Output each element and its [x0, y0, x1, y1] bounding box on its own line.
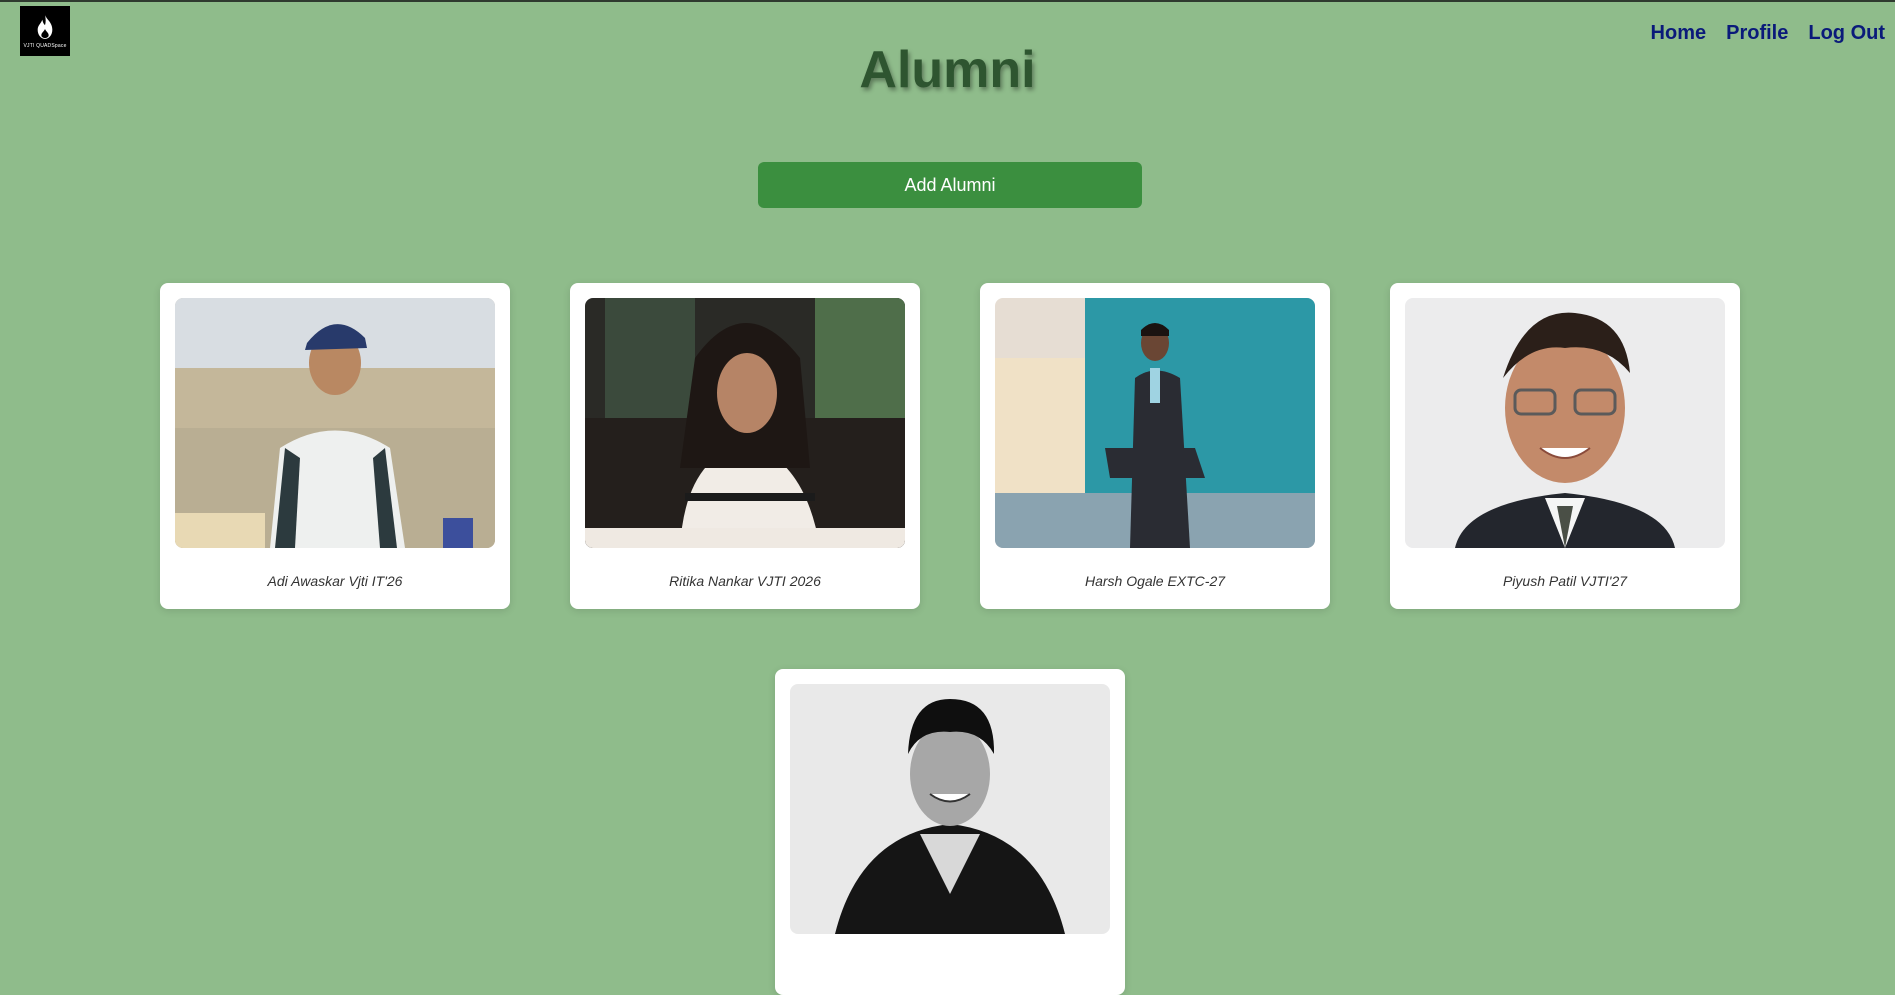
alumni-card[interactable]: Adi Awaskar Vjti IT'26 [160, 283, 510, 609]
flame-icon [37, 14, 53, 39]
alumni-card[interactable] [775, 669, 1125, 995]
alumni-photo [790, 684, 1110, 934]
alumni-name: Adi Awaskar Vjti IT'26 [267, 573, 403, 589]
alumni-photo [1405, 298, 1725, 548]
alumni-name: Piyush Patil VJTI'27 [1502, 573, 1628, 589]
alumni-photo [585, 298, 905, 548]
alumni-card[interactable]: Piyush Patil VJTI'27 [1390, 283, 1740, 609]
alumni-photo [995, 298, 1315, 548]
alumni-card[interactable]: Ritika Nankar VJTI 2026 [570, 283, 920, 609]
alumni-name: Ritika Nankar VJTI 2026 [669, 573, 821, 589]
alumni-name: Harsh Ogale EXTC-27 [1084, 573, 1226, 589]
alumni-card[interactable]: Harsh Ogale EXTC-27 [980, 283, 1330, 609]
page-title: Alumni [859, 41, 1036, 99]
add-alumni-button[interactable]: Add Alumni [758, 162, 1142, 208]
alumni-photo [175, 298, 495, 548]
